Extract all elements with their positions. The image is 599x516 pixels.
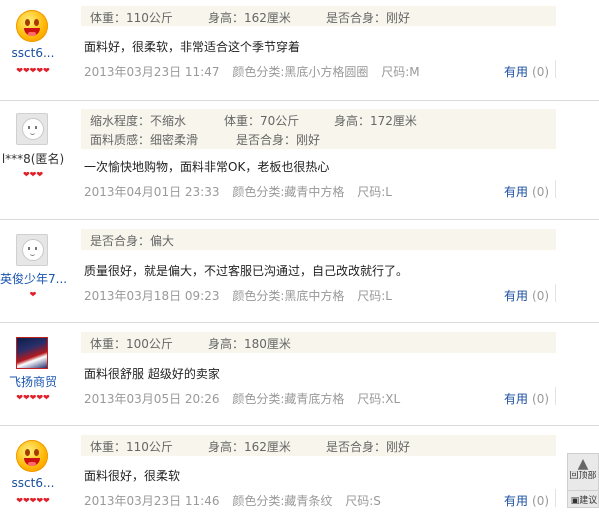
useful-count: (0) xyxy=(532,289,550,303)
user-avatar[interactable] xyxy=(16,337,48,369)
useful-count: (0) xyxy=(532,494,550,508)
buyer-level-hearts: ❤❤❤❤❤ xyxy=(16,496,50,505)
useful-button[interactable]: 有用 xyxy=(504,65,528,79)
review-size: 尺码:S xyxy=(345,494,381,508)
review-color: 颜色分类:藏青条纹 xyxy=(232,494,333,508)
floating-toolbar: ▲ 回顶部 ▣建议 xyxy=(567,453,599,508)
attr-texture: 面料质感：细密柔滑 xyxy=(90,133,199,147)
attr-weight: 体重：70公斤 xyxy=(224,114,300,128)
suggestion-label: 建议 xyxy=(579,496,598,506)
buyer-level-hearts: ❤❤❤❤❤ xyxy=(16,393,50,402)
useful-button[interactable]: 有用 xyxy=(504,289,528,303)
attr-height: 身高：162厘米 xyxy=(208,440,291,454)
username-link[interactable]: ssct6... xyxy=(0,476,66,490)
arrow-up-icon[interactable]: ▲ xyxy=(568,457,598,471)
divider xyxy=(555,60,556,78)
useful-button[interactable]: 有用 xyxy=(504,494,528,508)
review-date: 2013年04月01日 23:33 xyxy=(84,185,220,199)
review-text: 一次愉快地购物，面料非常OK，老板也很热心 xyxy=(84,160,330,174)
attr-weight: 体重：110公斤 xyxy=(90,11,173,25)
username-link[interactable]: 飞扬商贸 xyxy=(0,373,66,390)
attr-fit: 是否合身：偏大 xyxy=(90,234,175,248)
useful-vote: 有用 (0) xyxy=(504,390,549,407)
review-text: 面料很好，很柔软 xyxy=(84,469,181,483)
user-avatar[interactable] xyxy=(16,440,48,472)
review-meta: 2013年03月23日 11:46 颜色分类:藏青条纹 尺码:S xyxy=(84,492,390,509)
chat-icon: ▣ xyxy=(570,496,580,506)
user-avatar[interactable] xyxy=(16,10,48,42)
review-item: l***8(匿名) ❤❤❤ 缩水程度：不缩水 体重：70公斤 身高：172厘米 … xyxy=(0,101,599,219)
username-link[interactable]: 英俊少年7... xyxy=(0,270,66,287)
divider xyxy=(555,284,556,302)
review-text: 质量很好，就是偏大，不过客服已沟通过，自己改改就行了。 xyxy=(84,264,409,278)
suggestion-button[interactable]: ▣建议 xyxy=(568,490,599,506)
review-size: 尺码:L xyxy=(357,289,392,303)
attr-weight: 体重：100公斤 xyxy=(90,337,173,351)
review-date: 2013年03月05日 20:26 xyxy=(84,392,220,406)
username-link[interactable]: ssct6... xyxy=(0,46,66,60)
useful-vote: 有用 (0) xyxy=(504,287,549,304)
divider xyxy=(555,180,556,198)
buyer-level-hearts: ❤❤❤❤❤ xyxy=(16,66,50,75)
divider xyxy=(555,489,556,507)
review-item: 飞扬商贸 ❤❤❤❤❤ 体重：100公斤 身高：180厘米 面料很舒服 超级好的卖… xyxy=(0,323,599,425)
attr-fit: 是否合身：刚好 xyxy=(326,440,411,454)
review-date: 2013年03月23日 11:46 xyxy=(84,494,220,508)
attr-fit: 是否合身：刚好 xyxy=(236,133,321,147)
user-avatar[interactable] xyxy=(16,113,48,145)
review-color: 颜色分类:黑底中方格 xyxy=(232,289,345,303)
review-attributes: 体重：100公斤 身高：180厘米 xyxy=(81,332,556,353)
user-avatar[interactable] xyxy=(16,234,48,266)
useful-count: (0) xyxy=(532,65,550,79)
review-color: 颜色分类:藏青底方格 xyxy=(232,392,345,406)
review-attributes: 是否合身：偏大 xyxy=(81,229,556,250)
attr-height: 身高：172厘米 xyxy=(334,114,417,128)
attr-height: 身高：180厘米 xyxy=(208,337,291,351)
attr-shrinkage: 缩水程度：不缩水 xyxy=(90,114,187,128)
useful-vote: 有用 (0) xyxy=(504,183,549,200)
attr-height: 身高：162厘米 xyxy=(208,11,291,25)
back-to-top-button[interactable]: 回顶部 xyxy=(568,471,598,482)
review-text: 面料很舒服 超级好的卖家 xyxy=(84,367,220,381)
review-date: 2013年03月18日 09:23 xyxy=(84,289,220,303)
review-size: 尺码:M xyxy=(381,65,420,79)
buyer-level-hearts: ❤❤❤ xyxy=(22,170,44,179)
review-attributes: 体重：110公斤 身高：162厘米 是否合身：刚好 xyxy=(81,435,556,456)
review-color: 颜色分类:黑底小方格圆圈 xyxy=(232,65,369,79)
username-link[interactable]: l***8(匿名) xyxy=(0,150,66,167)
review-item: 英俊少年7... ❤ 是否合身：偏大 质量很好，就是偏大，不过客服已沟通过，自己… xyxy=(0,220,599,322)
attr-weight: 体重：110公斤 xyxy=(90,440,173,454)
review-color: 颜色分类:藏青中方格 xyxy=(232,185,345,199)
useful-vote: 有用 (0) xyxy=(504,63,549,80)
review-text: 面料好，很柔软，非常适合这个季节穿着 xyxy=(84,40,301,54)
useful-button[interactable]: 有用 xyxy=(504,392,528,406)
useful-vote: 有用 (0) xyxy=(504,492,549,509)
review-meta: 2013年03月23日 11:47 颜色分类:黑底小方格圆圈 尺码:M xyxy=(84,63,429,80)
useful-button[interactable]: 有用 xyxy=(504,185,528,199)
review-attributes: 体重：110公斤 身高：162厘米 是否合身：刚好 xyxy=(81,6,556,26)
divider xyxy=(555,387,556,405)
review-date: 2013年03月23日 11:47 xyxy=(84,65,220,79)
useful-count: (0) xyxy=(532,392,550,406)
review-size: 尺码:L xyxy=(357,185,392,199)
review-meta: 2013年03月18日 09:23 颜色分类:黑底中方格 尺码:L xyxy=(84,287,401,304)
review-item: ssct6... ❤❤❤❤❤ 体重：110公斤 身高：162厘米 是否合身：刚好… xyxy=(0,426,599,516)
review-meta: 2013年04月01日 23:33 颜色分类:藏青中方格 尺码:L xyxy=(84,183,401,200)
review-item: ssct6... ❤❤❤❤❤ 体重：110公斤 身高：162厘米 是否合身：刚好… xyxy=(0,0,599,100)
review-meta: 2013年03月05日 20:26 颜色分类:藏青底方格 尺码:XL xyxy=(84,390,409,407)
attr-fit: 是否合身：刚好 xyxy=(326,11,411,25)
buyer-level-hearts: ❤ xyxy=(29,290,37,299)
review-size: 尺码:XL xyxy=(357,392,401,406)
review-attributes: 缩水程度：不缩水 体重：70公斤 身高：172厘米 面料质感：细密柔滑 是否合身… xyxy=(81,109,556,149)
useful-count: (0) xyxy=(532,185,550,199)
